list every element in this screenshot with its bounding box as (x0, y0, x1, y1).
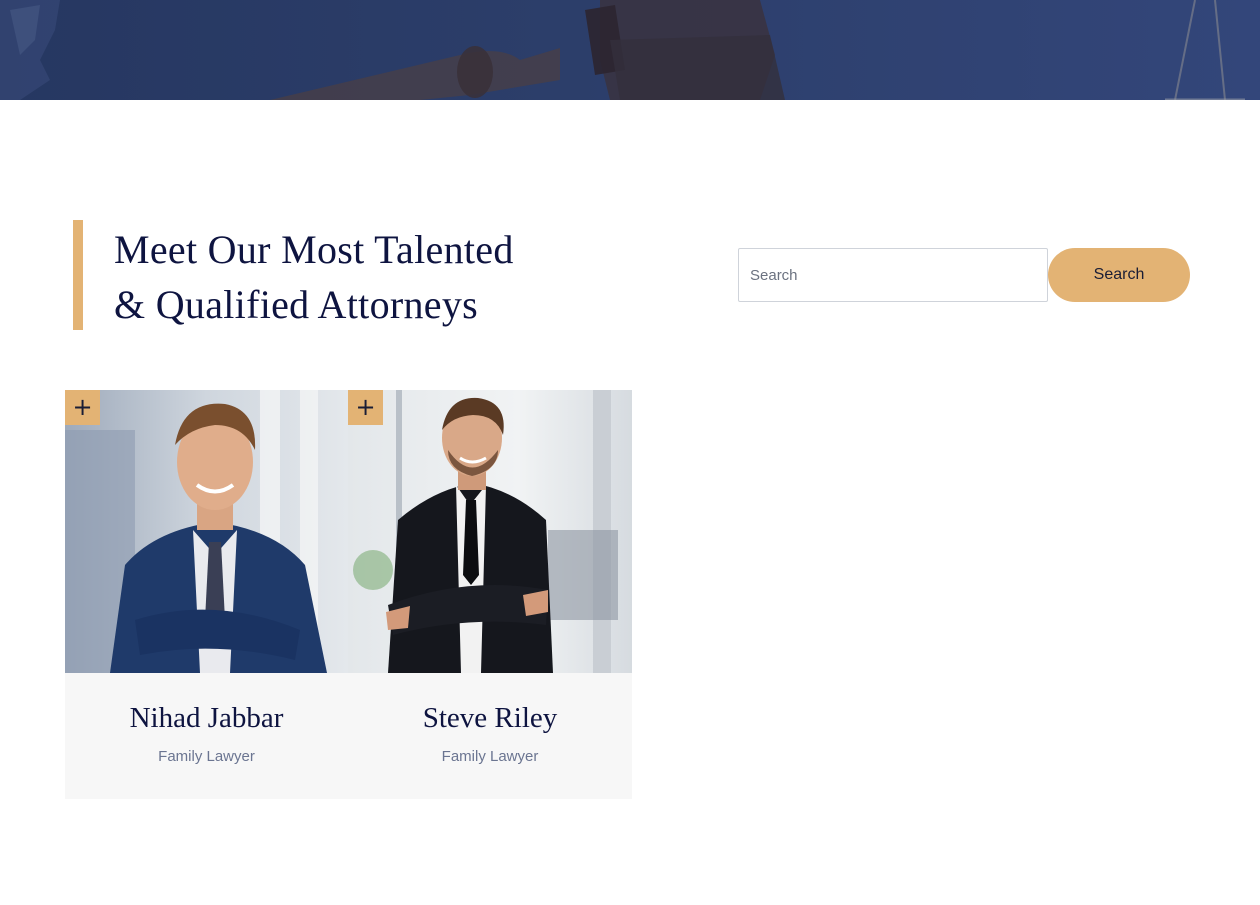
search-input[interactable] (738, 248, 1048, 302)
attorney-photo: + (348, 390, 632, 673)
attorney-card[interactable]: + Nihad Jabbar Family Lawyer (65, 390, 348, 799)
attorney-photo: + (65, 390, 348, 673)
attorney-name[interactable]: Nihad Jabbar (65, 702, 348, 735)
hero-banner (0, 0, 1260, 100)
gavel-illustration (0, 0, 1245, 100)
attorney-card[interactable]: + Steve Riley Family Lawyer (348, 390, 632, 799)
search-form: Search (738, 248, 1190, 302)
attorney-role: Family Lawyer (441, 748, 539, 765)
expand-plus-button[interactable]: + (348, 390, 383, 425)
page-title: Meet Our Most Talented & Qualified Attor… (114, 222, 514, 332)
attorney-name[interactable]: Steve Riley (348, 702, 632, 735)
title-line-1: Meet Our Most Talented (114, 227, 514, 272)
search-button[interactable]: Search (1048, 248, 1190, 302)
section-heading: Meet Our Most Talented & Qualified Attor… (73, 220, 633, 330)
title-line-2: & Qualified Attorneys (114, 282, 479, 327)
attorney-role: Family Lawyer (158, 748, 255, 765)
expand-plus-button[interactable]: + (65, 390, 100, 425)
heading-accent-bar (73, 220, 83, 330)
